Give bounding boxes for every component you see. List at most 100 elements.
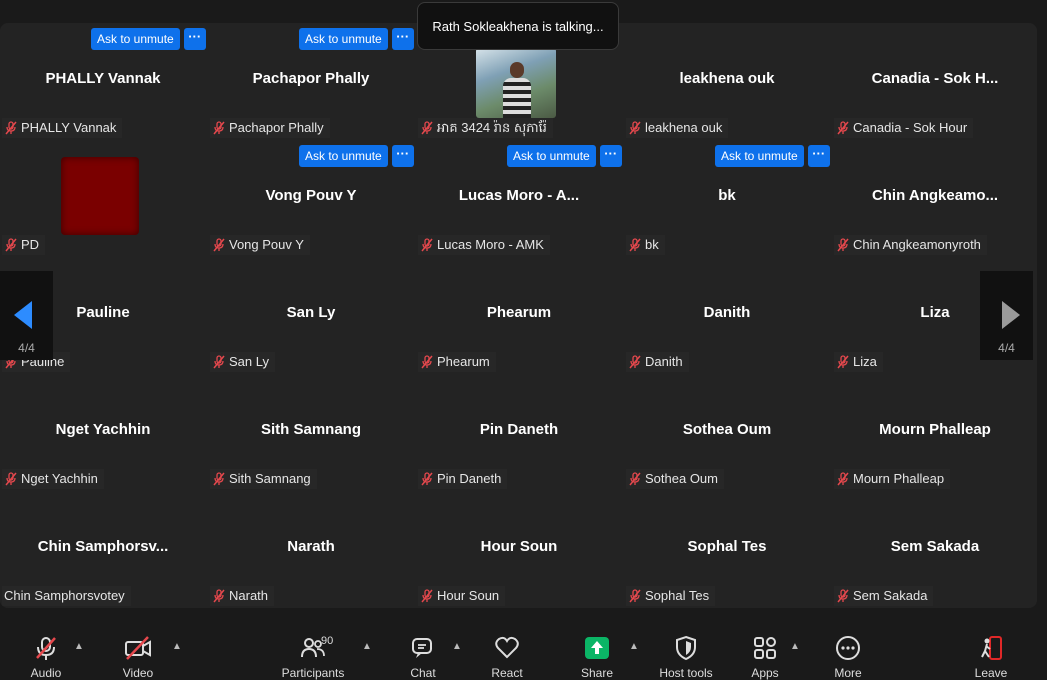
- participant-more-options-button[interactable]: ···: [183, 28, 206, 50]
- participant-name: PHALLY Vannak: [21, 120, 117, 135]
- chat-options-chevron-icon[interactable]: ▲: [452, 641, 462, 652]
- chat-button[interactable]: Chat: [388, 634, 458, 680]
- participant-name: Lucas Moro - AMK: [437, 237, 544, 252]
- microphone-muted-icon: [836, 472, 850, 486]
- react-label: React: [491, 666, 523, 680]
- participant-more-options-button[interactable]: ···: [391, 28, 414, 50]
- chat-icon: [388, 634, 458, 662]
- leave-button[interactable]: Leave: [956, 634, 1026, 680]
- previous-page-button[interactable]: 4/4: [0, 271, 53, 360]
- host-tools-label: Host tools: [659, 666, 713, 680]
- microphone-muted-icon: [836, 355, 850, 369]
- video-button[interactable]: Video: [103, 634, 173, 680]
- participant-tile[interactable]: Danith Danith: [624, 257, 830, 372]
- participant-tile[interactable]: Narath Narath: [208, 491, 414, 606]
- participant-tile[interactable]: Mourn Phalleap Mourn Phalleap: [832, 374, 1037, 489]
- apps-options-chevron-icon[interactable]: ▲: [790, 641, 800, 652]
- participant-name-tag: Nget Yachhin: [2, 469, 104, 489]
- participant-name-tag: PD: [2, 235, 46, 255]
- more-button[interactable]: More: [813, 634, 883, 680]
- participant-tile[interactable]: leakhena ouk leakhena ouk: [624, 23, 830, 138]
- active-speaker-text: Rath Sokleakhena is talking...: [432, 18, 604, 34]
- participant-more-options-button[interactable]: ···: [391, 145, 414, 167]
- participants-options-chevron-icon[interactable]: ▲: [362, 641, 372, 652]
- participant-tile[interactable]: Nget Yachhin Nget Yachhin: [0, 374, 206, 489]
- participant-display-name: Sophal Tes: [687, 538, 767, 555]
- participant-tile[interactable]: San Ly San Ly: [208, 257, 414, 372]
- microphone-muted-icon: [212, 238, 226, 252]
- active-speaker-tooltip: Rath Sokleakhena is talking...: [417, 2, 619, 50]
- participant-tile[interactable]: Sith Samnang Sith Samnang: [208, 374, 414, 489]
- audio-options-chevron-icon[interactable]: ▲: [74, 641, 84, 652]
- page-count-right: 4/4: [998, 341, 1015, 355]
- participant-tile[interactable]: Lucas Moro - A... Ask to unmute ··· Lucas M…: [416, 140, 622, 255]
- participant-name: Danith: [645, 354, 683, 369]
- react-button[interactable]: React: [472, 634, 542, 680]
- participant-tile[interactable]: Pachapor Phally Ask to unmute ··· Pachapor …: [208, 23, 414, 138]
- participant-name: Vong Pouv Y: [229, 237, 304, 252]
- video-options-chevron-icon[interactable]: ▲: [172, 641, 182, 652]
- participant-name-tag: leakhena ouk: [626, 118, 729, 138]
- participants-button[interactable]: 90 Participants: [278, 634, 348, 680]
- participant-tile[interactable]: Phearum Phearum: [416, 257, 622, 372]
- participant-name: Pin Daneth: [437, 471, 502, 486]
- microphone-muted-icon: [4, 121, 18, 135]
- share-button[interactable]: Share: [562, 634, 632, 680]
- participant-tile[interactable]: Sothea Oum Sothea Oum: [624, 374, 830, 489]
- participant-name-tag: Danith: [626, 352, 689, 372]
- participant-name: Canadia - Sok Hour: [853, 120, 968, 135]
- participant-display-name: Chin Samphorsv...: [37, 538, 169, 555]
- participant-tile[interactable]: Sem Sakada Sem Sakada: [832, 491, 1037, 606]
- ask-to-unmute-button[interactable]: Ask to unmute: [507, 145, 596, 167]
- host-tools-button[interactable]: Host tools: [651, 634, 721, 680]
- participant-name-tag: Mourn Phalleap: [834, 469, 951, 489]
- participant-name: អាគ 3424 រ៉ាន សុភារ៉ែ: [437, 120, 547, 135]
- participant-tile[interactable]: Vong Pouv Y Ask to unmute ··· Vong Pouv Y: [208, 140, 414, 255]
- share-options-chevron-icon[interactable]: ▲: [629, 641, 639, 652]
- participant-name: Narath: [229, 588, 269, 603]
- participant-tile[interactable]: PHALLY Vannak Ask to unmute ··· PHALLY Vann…: [0, 23, 206, 138]
- participant-name-tag: San Ly: [210, 352, 275, 372]
- participant-name-tag: Narath: [210, 586, 275, 606]
- unmute-controls: Ask to unmute ···: [715, 145, 830, 167]
- participant-display-name: Chin Angkeamo...: [871, 187, 999, 204]
- participant-tile[interactable]: Chin Angkeamo... Chin Angkeamonyroth: [832, 140, 1037, 255]
- microphone-muted-icon: [420, 121, 434, 135]
- arrow-right-icon: [1002, 301, 1020, 329]
- participant-name: Sem Sakada: [853, 588, 928, 603]
- participant-name: Chin Angkeamonyroth: [853, 237, 981, 252]
- participant-name-tag: Sophal Tes: [626, 586, 716, 606]
- more-icon: [813, 634, 883, 662]
- microphone-muted-icon: [420, 589, 434, 603]
- microphone-muted-icon: [212, 472, 226, 486]
- ask-to-unmute-button[interactable]: Ask to unmute: [91, 28, 180, 50]
- participants-icon: [278, 634, 348, 662]
- ask-to-unmute-button[interactable]: Ask to unmute: [299, 145, 388, 167]
- participant-display-name: leakhena ouk: [679, 70, 775, 87]
- participant-name: Nget Yachhin: [21, 471, 98, 486]
- participant-tile[interactable]: Sophal Tes Sophal Tes: [624, 491, 830, 606]
- audio-button[interactable]: Audio: [11, 634, 81, 680]
- ask-to-unmute-button[interactable]: Ask to unmute: [715, 145, 804, 167]
- participant-display-name: Vong Pouv Y: [265, 187, 357, 204]
- participant-tile[interactable]: Hour Soun Hour Soun: [416, 491, 622, 606]
- avatar: [61, 157, 139, 235]
- participant-more-options-button[interactable]: ···: [807, 145, 830, 167]
- participant-name-tag: Sem Sakada: [834, 586, 934, 606]
- participant-tile[interactable]: Chin Samphorsv... Chin Samphorsvotey: [0, 491, 206, 606]
- microphone-muted-icon: [836, 238, 850, 252]
- participant-tile[interactable]: bk Ask to unmute ··· bk: [624, 140, 830, 255]
- participant-more-options-button[interactable]: ···: [599, 145, 622, 167]
- ask-to-unmute-button[interactable]: Ask to unmute: [299, 28, 388, 50]
- participant-tile[interactable]: Canadia - Sok H... Canadia - Sok Hour: [832, 23, 1037, 138]
- next-page-button[interactable]: 4/4: [980, 271, 1033, 360]
- participant-video-thumbnail: [476, 48, 556, 118]
- participant-display-name: Sith Samnang: [260, 421, 361, 438]
- participant-tile[interactable]: PD: [0, 140, 206, 255]
- microphone-muted-icon: [628, 238, 642, 252]
- participant-name-tag: Sothea Oum: [626, 469, 724, 489]
- shield-icon: [651, 634, 721, 662]
- leave-door-icon: [956, 634, 1026, 662]
- participant-tile[interactable]: Pin Daneth Pin Daneth: [416, 374, 622, 489]
- share-label: Share: [580, 666, 614, 680]
